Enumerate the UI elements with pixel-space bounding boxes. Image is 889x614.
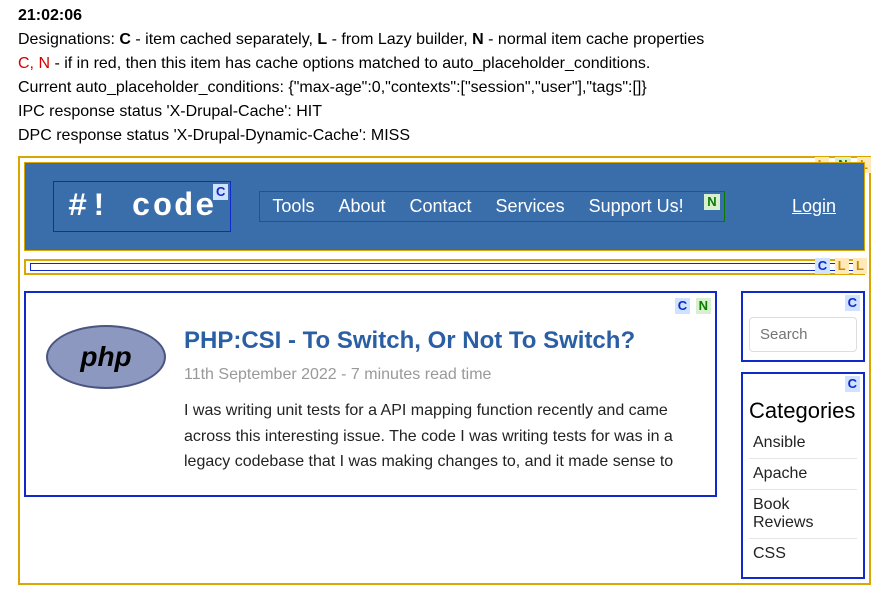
nav-about[interactable]: About bbox=[326, 192, 397, 221]
category-item[interactable]: Apache bbox=[749, 459, 857, 490]
nav-support[interactable]: Support Us! bbox=[577, 192, 696, 221]
article-title[interactable]: PHP:CSI - To Switch, Or Not To Switch? bbox=[184, 325, 695, 356]
php-logo-icon: php bbox=[46, 325, 166, 389]
logo-text: #! code bbox=[68, 188, 216, 225]
article-region: C N php PHP:CSI - To Switch, Or Not To S… bbox=[24, 291, 717, 497]
page-wrapper: L N L #! code C Tools About Contact Serv… bbox=[18, 156, 871, 585]
sidebar: C C Categories Ansible Apache Book Revie… bbox=[741, 291, 865, 579]
timestamp: 21:02:06 bbox=[18, 4, 871, 28]
nav-services[interactable]: Services bbox=[484, 192, 577, 221]
secondary-strip: C L L bbox=[24, 259, 865, 275]
nav-tools[interactable]: Tools bbox=[260, 192, 326, 221]
badge-normal-icon: N bbox=[696, 298, 711, 314]
red-condition-line: C, N - if in red, then this item has cac… bbox=[18, 52, 871, 76]
article-excerpt: I was writing unit tests for a API mappi… bbox=[184, 398, 695, 475]
debug-info-block: 21:02:06 Designations: C - item cached s… bbox=[18, 4, 871, 148]
badge-cached-icon: C bbox=[675, 298, 690, 314]
strip-bar bbox=[30, 263, 859, 271]
badge-lazy-icon: L bbox=[853, 258, 867, 274]
categories-title: Categories bbox=[749, 398, 857, 424]
article-badges: C N bbox=[674, 297, 711, 315]
categories-block: C Categories Ansible Apache Book Reviews… bbox=[741, 372, 865, 579]
badge-cached-icon: C bbox=[845, 295, 860, 311]
conditions-line: Current auto_placeholder_conditions: {"m… bbox=[18, 76, 871, 100]
site-header: #! code C Tools About Contact Services S… bbox=[24, 162, 865, 251]
article-meta: 11th September 2022 - 7 minutes read tim… bbox=[184, 366, 695, 384]
badge-normal-icon: N bbox=[704, 194, 719, 210]
site-logo[interactable]: #! code C bbox=[53, 181, 231, 232]
article-body: PHP:CSI - To Switch, Or Not To Switch? 1… bbox=[184, 325, 695, 475]
category-item[interactable]: CSS bbox=[749, 539, 857, 569]
main-content: C N php PHP:CSI - To Switch, Or Not To S… bbox=[24, 291, 865, 579]
main-nav: Tools About Contact Services Support Us!… bbox=[259, 191, 724, 222]
search-block: C bbox=[741, 291, 865, 362]
badge-cached-icon: C bbox=[815, 258, 830, 274]
dpc-status: DPC response status 'X-Drupal-Dynamic-Ca… bbox=[18, 124, 871, 148]
login-link[interactable]: Login bbox=[792, 196, 836, 217]
article: php PHP:CSI - To Switch, Or Not To Switc… bbox=[46, 325, 695, 475]
category-item[interactable]: Ansible bbox=[749, 428, 857, 459]
strip-badges: C L L bbox=[815, 257, 867, 275]
categories-list: Ansible Apache Book Reviews CSS bbox=[749, 428, 857, 569]
search-input[interactable] bbox=[749, 317, 857, 352]
badge-cached-icon: C bbox=[845, 376, 860, 392]
nav-contact[interactable]: Contact bbox=[398, 192, 484, 221]
designations-line: Designations: C - item cached separately… bbox=[18, 28, 871, 52]
ipc-status: IPC response status 'X-Drupal-Cache': HI… bbox=[18, 100, 871, 124]
category-item[interactable]: Book Reviews bbox=[749, 490, 857, 539]
badge-cached-icon: C bbox=[213, 184, 228, 200]
badge-lazy-icon: L bbox=[835, 258, 849, 274]
